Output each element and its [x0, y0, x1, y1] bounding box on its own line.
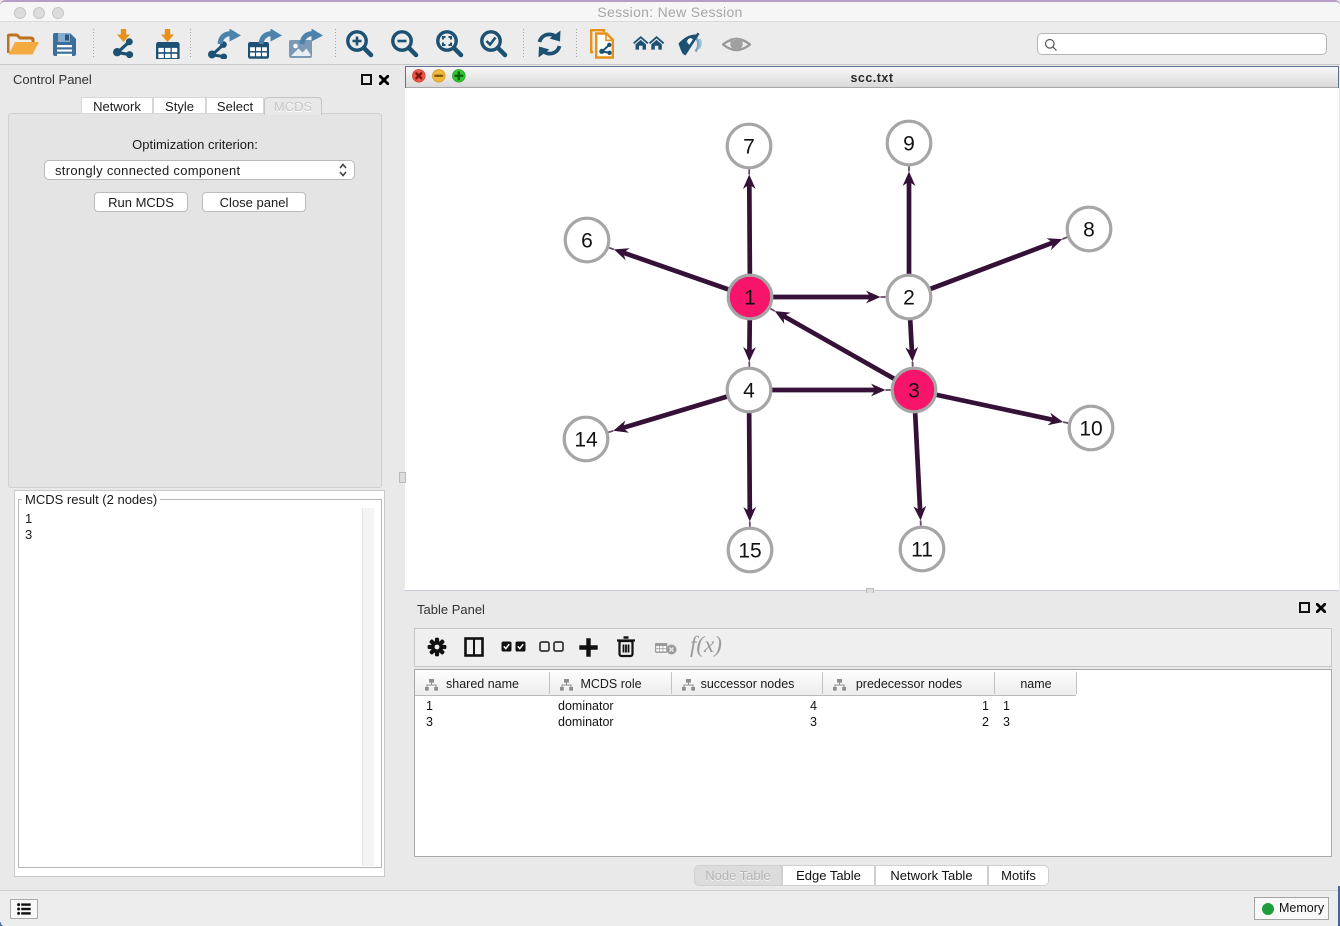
- svg-text:7: 7: [743, 136, 755, 159]
- svg-text:8: 8: [1083, 219, 1095, 242]
- svg-text:2: 2: [903, 287, 915, 310]
- svg-text:3: 3: [908, 380, 920, 403]
- svg-text:15: 15: [738, 540, 761, 563]
- svg-text:9: 9: [903, 133, 915, 156]
- svg-text:4: 4: [743, 380, 755, 403]
- svg-text:6: 6: [581, 230, 593, 253]
- svg-text:14: 14: [574, 429, 598, 452]
- svg-text:11: 11: [911, 539, 933, 562]
- svg-text:1: 1: [744, 287, 756, 310]
- svg-text:10: 10: [1079, 418, 1102, 441]
